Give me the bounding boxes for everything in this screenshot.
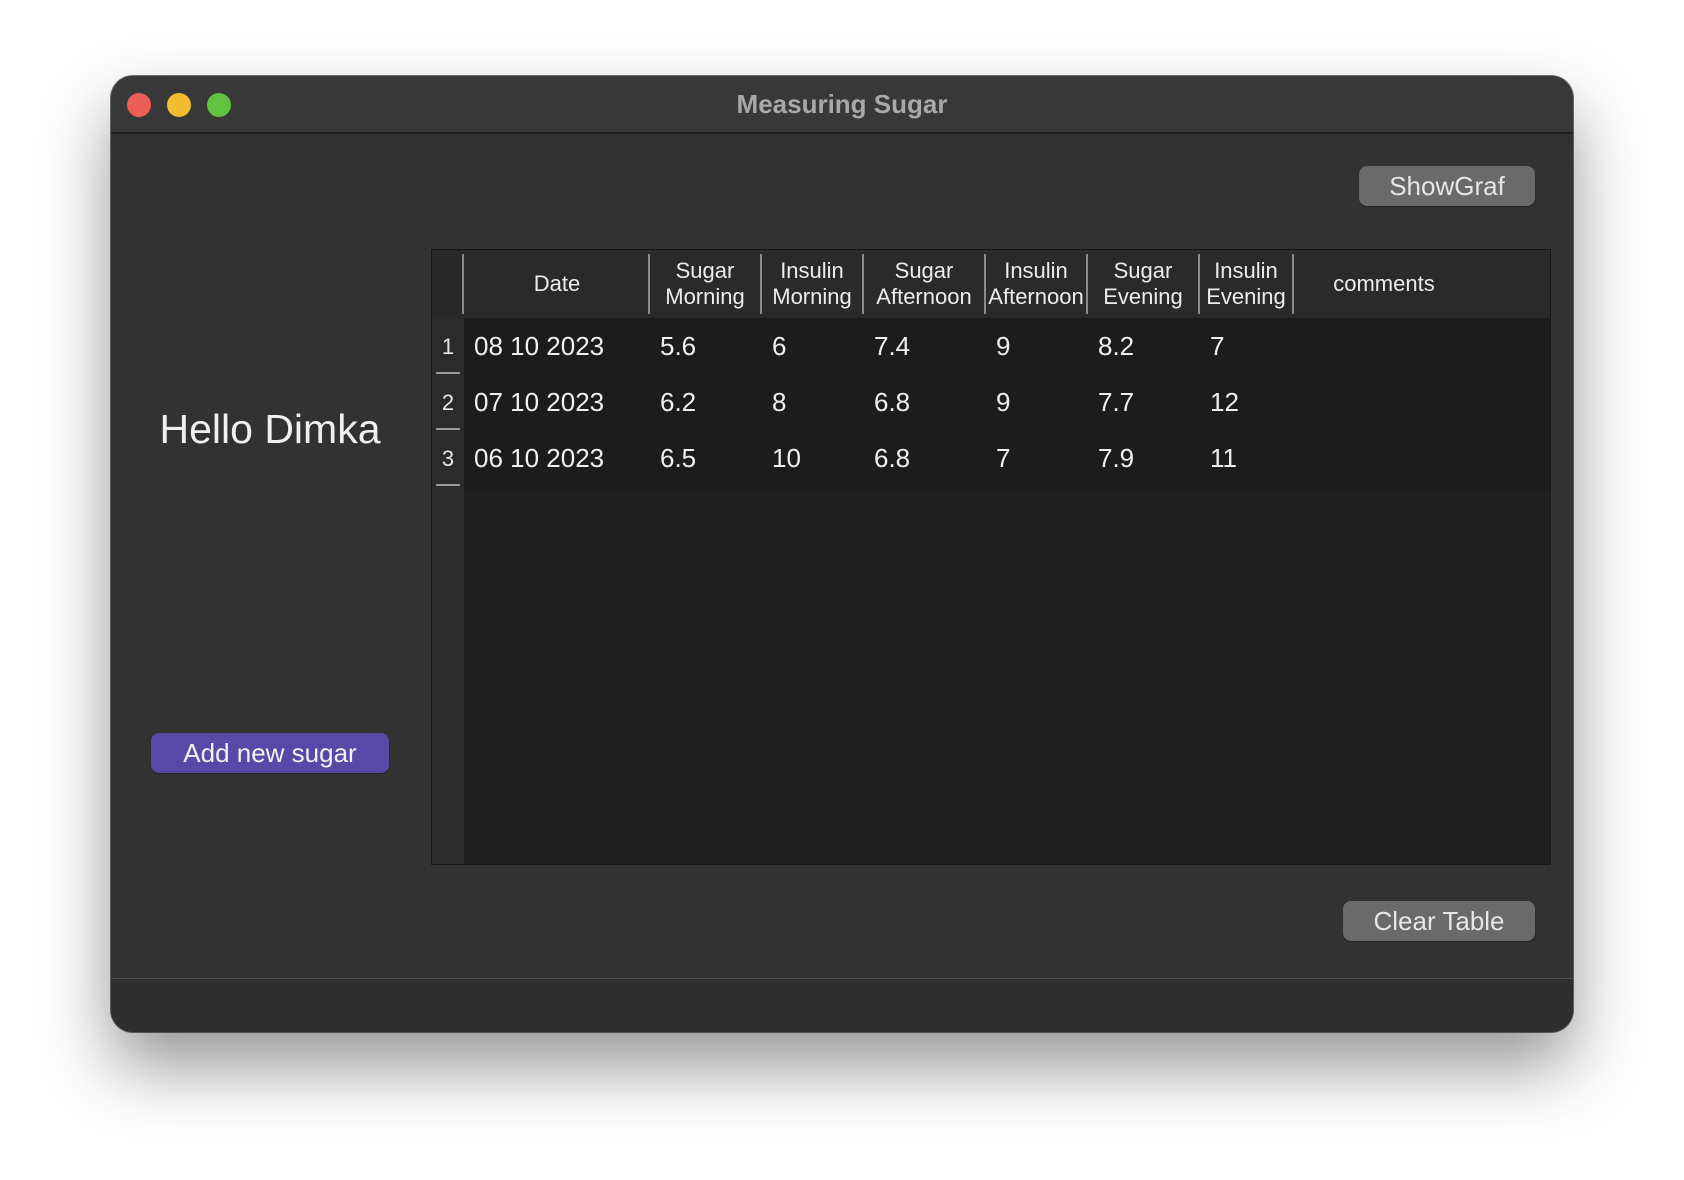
cell-sugar-afternoon[interactable]: 6.8 — [864, 374, 986, 434]
cell-insulin-evening[interactable]: 7 — [1200, 318, 1294, 378]
row-header-column: 1 2 3 — [432, 318, 464, 864]
cell-insulin-morning[interactable]: 6 — [762, 318, 864, 378]
cell-insulin-evening[interactable]: 12 — [1200, 374, 1294, 434]
table-row[interactable]: 08 10 2023 5.6 6 7.4 9 8.2 7 — [464, 318, 1550, 378]
cell-comments[interactable] — [1294, 374, 1474, 434]
cell-sugar-evening[interactable]: 7.9 — [1088, 430, 1200, 490]
row-number[interactable]: 1 — [432, 318, 464, 378]
column-header-sugar-evening[interactable]: Sugar Evening — [1088, 250, 1198, 318]
cell-insulin-evening[interactable]: 11 — [1200, 430, 1294, 490]
cell-insulin-afternoon[interactable]: 7 — [986, 430, 1088, 490]
cell-date[interactable]: 06 10 2023 — [464, 430, 650, 490]
table-row[interactable]: 06 10 2023 6.5 10 6.8 7 7.9 11 — [464, 430, 1550, 490]
window-title: Measuring Sugar — [736, 89, 948, 119]
cell-sugar-evening[interactable]: 7.7 — [1088, 374, 1200, 434]
cell-sugar-evening[interactable]: 8.2 — [1088, 318, 1200, 378]
app-window: Measuring Sugar ShowGraf Hello Dimka Add… — [111, 76, 1573, 1032]
cell-sugar-morning[interactable]: 6.5 — [650, 430, 762, 490]
table-corner[interactable] — [432, 250, 464, 318]
cell-date[interactable]: 07 10 2023 — [464, 374, 650, 434]
column-header-sugar-afternoon[interactable]: Sugar Afternoon — [864, 250, 984, 318]
cell-insulin-afternoon[interactable]: 9 — [986, 318, 1088, 378]
row-divider — [436, 484, 460, 486]
sugar-table[interactable]: Date Sugar Morning Insulin Morning Sugar… — [431, 249, 1551, 865]
cell-sugar-afternoon[interactable]: 7.4 — [864, 318, 986, 378]
status-bar — [111, 979, 1573, 1032]
title-bar[interactable]: Measuring Sugar — [111, 76, 1573, 134]
clear-table-button[interactable]: Clear Table — [1343, 901, 1535, 941]
greeting-label: Hello Dimka — [159, 406, 381, 452]
cell-sugar-morning[interactable]: 6.2 — [650, 374, 762, 434]
column-header-insulin-morning[interactable]: Insulin Morning — [762, 250, 862, 318]
table-header: Date Sugar Morning Insulin Morning Sugar… — [432, 250, 1550, 318]
column-header-insulin-evening[interactable]: Insulin Evening — [1200, 250, 1292, 318]
cell-comments[interactable] — [1294, 430, 1474, 490]
row-number[interactable]: 2 — [432, 374, 464, 434]
cell-comments[interactable] — [1294, 318, 1474, 378]
column-header-comments[interactable]: comments — [1294, 250, 1474, 318]
column-header-date[interactable]: Date — [464, 250, 650, 318]
column-header-insulin-afternoon[interactable]: Insulin Afternoon — [986, 250, 1086, 318]
cell-date[interactable]: 08 10 2023 — [464, 318, 650, 378]
column-header-sugar-morning[interactable]: Sugar Morning — [650, 250, 760, 318]
table-row[interactable]: 07 10 2023 6.2 8 6.8 9 7.7 12 — [464, 374, 1550, 434]
cell-insulin-morning[interactable]: 10 — [762, 430, 864, 490]
add-new-sugar-button[interactable]: Add new sugar — [151, 733, 389, 773]
cell-sugar-morning[interactable]: 5.6 — [650, 318, 762, 378]
show-graph-button[interactable]: ShowGraf — [1359, 166, 1535, 206]
cell-insulin-morning[interactable]: 8 — [762, 374, 864, 434]
row-number[interactable]: 3 — [432, 430, 464, 490]
cell-sugar-afternoon[interactable]: 6.8 — [864, 430, 986, 490]
cell-insulin-afternoon[interactable]: 9 — [986, 374, 1088, 434]
